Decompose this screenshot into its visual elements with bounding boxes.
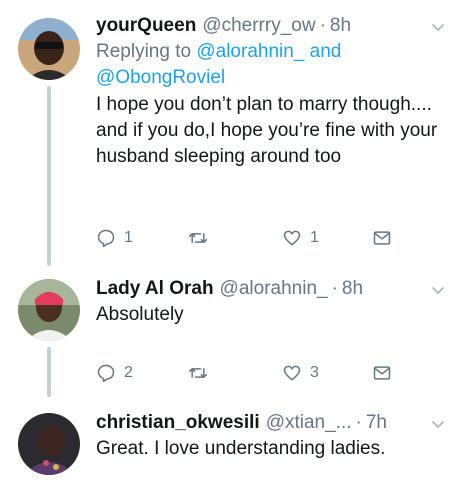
reply-button[interactable]: 2 [96,363,133,383]
replying-to-label: Replying to [96,41,192,62]
tweet-actions: 1 1 [96,228,396,252]
retweet-icon [188,368,208,378]
display-name[interactable]: christian_okwesili [96,411,260,435]
heart-icon [283,230,301,246]
tweet-header: yourQueen @cherrry_ow · 8h [96,14,438,38]
mention-link[interactable]: @ObongRoviel [96,67,225,88]
user-handle[interactable]: @cherrry_ow [202,14,315,38]
separator-dot: · [331,278,338,299]
heart-icon [283,365,301,381]
reply-icon [97,229,115,248]
tweet-text: Great. I love understanding ladies. [96,438,386,459]
direct-message-button[interactable] [372,228,392,248]
reply-count: 2 [124,364,133,381]
envelope-icon [373,231,391,245]
like-button[interactable]: 3 [282,363,319,383]
retweet-button[interactable] [188,363,216,383]
display-name[interactable]: Lady Al Orah [96,277,214,301]
reply-button[interactable]: 1 [96,228,133,248]
retweet-button[interactable] [188,228,216,248]
tweet[interactable]: yourQueen @cherrry_ow · 8h Replying to @… [0,0,450,266]
tweet-header: Lady Al Orah @alorahnin_ · 8h [96,277,438,301]
separator-dot: · [319,15,326,36]
separator-dot: · [355,412,362,433]
timestamp[interactable]: 8h [342,277,363,301]
like-count: 3 [310,364,319,381]
retweet-icon [188,233,208,243]
chevron-down-icon[interactable] [430,417,446,433]
mention-link[interactable]: @alorahnin_ [196,41,304,62]
direct-message-button[interactable] [372,363,392,383]
thread-line [47,86,51,266]
user-handle[interactable]: @alorahnin_ [220,277,328,301]
tweet[interactable]: christian_okwesili @xtian_... · 7h Great… [0,395,450,493]
user-handle[interactable]: @xtian_... [266,411,352,435]
timestamp[interactable]: 8h [330,14,351,38]
like-count: 1 [310,229,319,246]
timestamp[interactable]: 7h [366,411,387,435]
chevron-down-icon[interactable] [430,20,446,36]
tweet-actions: 2 3 [96,363,396,387]
reply-count: 1 [124,229,133,246]
avatar[interactable] [18,18,80,80]
avatar[interactable] [18,413,80,475]
thread-line [47,347,51,397]
like-button[interactable]: 1 [282,228,319,248]
envelope-icon [373,366,391,380]
avatar[interactable] [18,279,80,341]
tweet-text: I hope you don’t plan to marry though...… [96,94,438,167]
reply-icon [97,364,115,383]
tweet-text: Absolutely [96,304,184,325]
tweet-header: christian_okwesili @xtian_... · 7h [96,411,438,435]
chevron-down-icon[interactable] [430,283,446,299]
display-name[interactable]: yourQueen [96,14,196,38]
tweet[interactable]: Lady Al Orah @alorahnin_ · 8h Absolutely… [0,265,450,397]
replying-to: Replying to @alorahnin_ and @ObongRoviel [96,39,438,91]
replying-and[interactable]: and [310,41,342,62]
